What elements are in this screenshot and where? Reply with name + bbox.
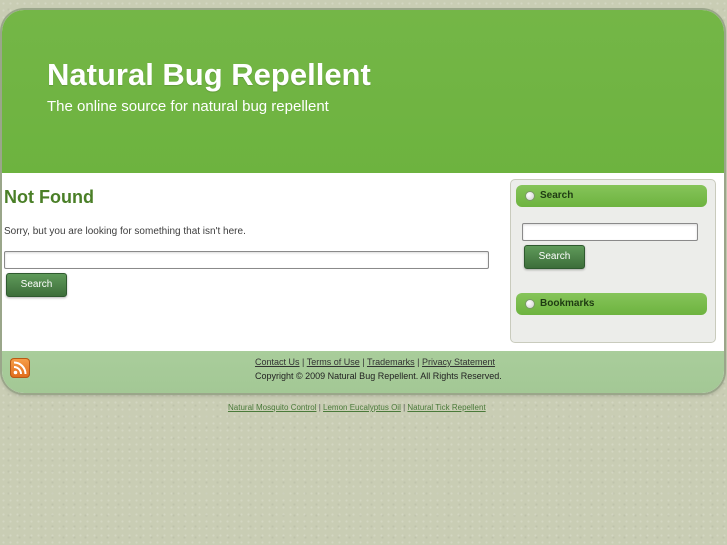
footer-link-contact-us[interactable]: Contact Us: [255, 357, 300, 367]
main-area: Not Found Sorry, but you are looking for…: [2, 173, 724, 351]
content-search-input[interactable]: [4, 251, 489, 269]
related-link-tick-repellent[interactable]: Natural Tick Repellent: [407, 403, 485, 412]
bullet-icon: [525, 191, 535, 201]
footer-link-trademarks[interactable]: Trademarks: [367, 357, 415, 367]
footer-link-privacy-statement[interactable]: Privacy Statement: [422, 357, 495, 367]
footer-link-terms-of-use[interactable]: Terms of Use: [307, 357, 360, 367]
bullet-icon: [525, 299, 535, 309]
footer-links: Contact Us | Terms of Use | Trademarks |…: [255, 357, 495, 367]
site-footer: Contact Us | Terms of Use | Trademarks |…: [2, 351, 724, 393]
bookmarks-widget-header: Bookmarks: [516, 293, 707, 315]
related-link-lemon-eucalyptus-oil[interactable]: Lemon Eucalyptus Oil: [323, 403, 401, 412]
related-separator: |: [403, 403, 406, 412]
related-link-mosquito-control[interactable]: Natural Mosquito Control: [228, 403, 316, 412]
footer-separator: |: [362, 357, 365, 367]
footer-separator: |: [417, 357, 420, 367]
page-heading: Not Found: [4, 187, 94, 207]
sidebar-search-button[interactable]: Search: [524, 245, 585, 269]
bookmarks-widget-title: Bookmarks: [540, 298, 595, 309]
rss-feed-icon[interactable]: [10, 358, 30, 378]
footer-separator: |: [302, 357, 305, 367]
related-separator: |: [318, 403, 321, 412]
content-search-button[interactable]: Search: [6, 273, 67, 297]
not-found-message: Sorry, but you are looking for something…: [4, 226, 246, 237]
site-tagline: The online source for natural bug repell…: [47, 98, 329, 115]
related-links: Natural Mosquito Control | Lemon Eucalyp…: [228, 403, 486, 412]
content-column: Not Found Sorry, but you are looking for…: [4, 187, 494, 297]
site-title[interactable]: Natural Bug Repellent: [47, 57, 371, 93]
site-header: Natural Bug Repellent The online source …: [2, 10, 724, 173]
sidebar: Search Search Bookmarks: [510, 179, 716, 343]
sidebar-search-input[interactable]: [522, 223, 698, 241]
search-widget-title: Search: [540, 190, 574, 201]
copyright-text: Copyright © 2009 Natural Bug Repellent. …: [255, 371, 502, 381]
page-frame: Natural Bug Repellent The online source …: [2, 10, 724, 393]
search-widget-header: Search: [516, 185, 707, 207]
